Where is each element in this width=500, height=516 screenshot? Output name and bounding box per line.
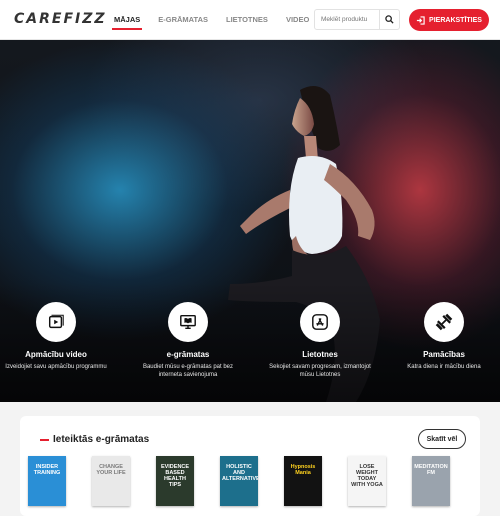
feature-icon-circle [36,302,76,342]
video-play-icon [48,314,64,329]
book-title: EVIDENCE BASED HEALTH TIPS [160,464,190,488]
book-cover[interactable]: LOSE WEIGHT TODAY WITH YOGA [348,456,386,506]
search-box [314,9,400,30]
hero-banner: Apmācību video Izveidojiet savu apmācību… [0,40,500,402]
feature-title: Lietotnes [302,350,338,359]
book-cover[interactable]: EVIDENCE BASED HEALTH TIPS [156,456,194,506]
feature-title: Pamācības [423,350,465,359]
main-nav: MĀJAS E-GRĀMATAS LIETOTNES VIDEO [112,0,325,40]
book-title: HOLISTIC AND ALTERNATIVE [222,464,258,482]
feature-title: e-grāmatas [166,350,210,359]
feature-icon-circle [168,302,208,342]
search-icon [385,15,394,24]
book-cover[interactable]: HOLISTIC AND ALTERNATIVE [220,456,258,506]
logo[interactable]: CAREFIZZ [14,11,107,27]
features-row: Apmācību video Izveidojiet savu apmācību… [0,302,500,392]
feature-icon-circle [424,302,464,342]
feature-ebooks[interactable]: e-grāmatas Baudiet mūsu e-grāmatas pat b… [128,302,248,379]
search-input[interactable] [315,10,381,29]
book-title: INSIDER TRAINING [33,464,61,476]
feature-title: Apmācību video [25,350,87,359]
app-store-icon [312,314,328,330]
recommended-ebooks-section: Ieteiktās e-grāmatas Skatīt vēl INSIDER … [20,416,480,516]
ebook-icon [180,314,196,330]
dumbbell-icon [435,313,453,331]
header: CAREFIZZ MĀJAS E-GRĀMATAS LIETOTNES VIDE… [0,0,500,40]
book-title: CHANGE YOUR LIFE [96,464,126,476]
feature-videos[interactable]: Apmācību video Izveidojiet savu apmācību… [0,302,116,371]
book-title: LOSE WEIGHT TODAY WITH YOGA [351,464,383,488]
feature-apps[interactable]: Lietotnes Sekojiet savam progresam, izma… [260,302,380,379]
login-icon [416,15,425,25]
book-cover[interactable]: MEDITATION FM [412,456,450,506]
feature-desc: Izveidojiet savu apmācību programmu [5,364,107,370]
book-title: MEDITATION FM [414,464,448,476]
search-button[interactable] [379,10,399,29]
feature-tutorials[interactable]: Pamācības Katra diena ir mācību diena [384,302,500,371]
book-title: Hypnosis Mania [290,464,316,476]
book-cover[interactable]: CHANGE YOUR LIFE [92,456,130,506]
feature-desc: Katra diena ir mācību diena [407,364,481,370]
nav-item-video[interactable]: VIDEO [284,0,311,40]
book-cover[interactable]: Hypnosis Mania [284,456,322,506]
feature-desc: Sekojiet savam progresam, izmantojot mūs… [269,364,371,378]
feature-icon-circle [300,302,340,342]
section-title: Ieteiktās e-grāmatas [40,434,149,445]
books-row: INSIDER TRAINING CHANGE YOUR LIFE EVIDEN… [28,456,468,506]
nav-item-home[interactable]: MĀJAS [112,0,143,40]
book-cover[interactable]: INSIDER TRAINING [28,456,66,506]
nav-item-ebooks[interactable]: E-GRĀMATAS [156,0,210,40]
feature-desc: Baudiet mūsu e-grāmatas pat bez internet… [142,364,234,378]
signin-button[interactable]: PIERAKSTĪTIES [409,9,489,31]
signin-label: PIERAKSTĪTIES [429,16,482,24]
nav-item-apps[interactable]: LIETOTNES [224,0,270,40]
see-more-button[interactable]: Skatīt vēl [418,429,466,449]
